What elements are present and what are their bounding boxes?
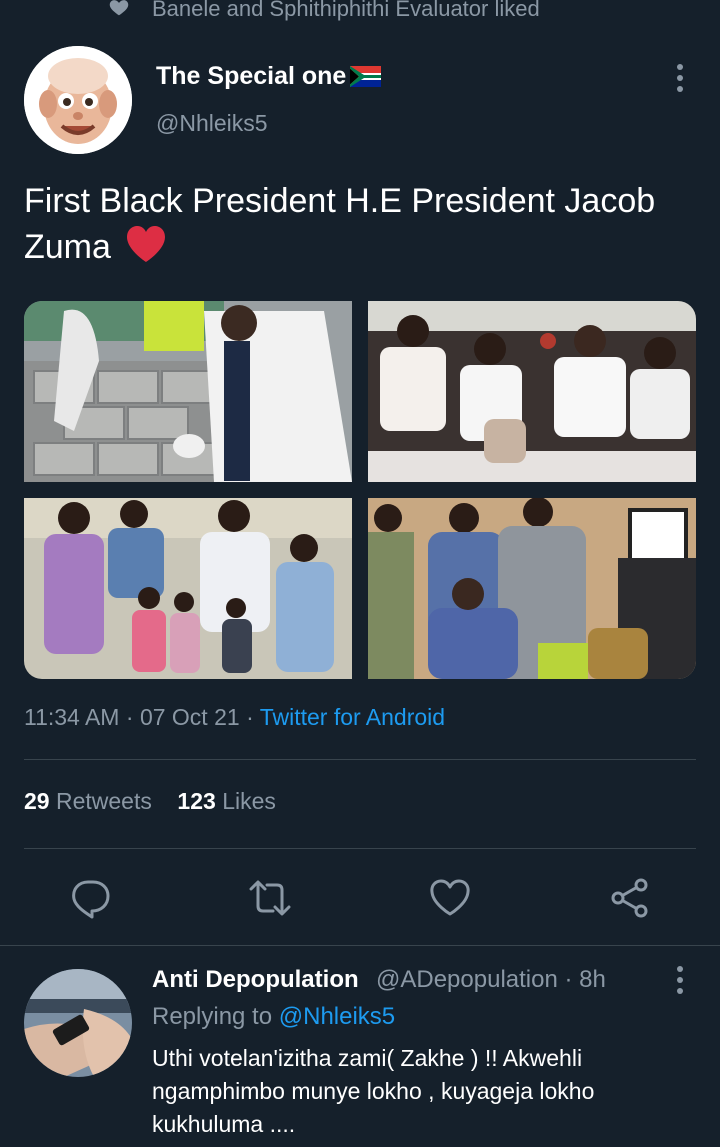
more-options-icon[interactable] (666, 62, 694, 94)
heart-icon (108, 0, 130, 18)
share-icon[interactable] (608, 876, 652, 920)
media-grid[interactable] (24, 301, 696, 679)
photo-youth-event[interactable] (368, 301, 696, 482)
tweet-source-link[interactable]: Twitter for Android (260, 704, 445, 730)
tweet-date[interactable]: 07 Oct 21 (140, 704, 240, 730)
meta-separator: · (246, 704, 254, 730)
divider (24, 848, 696, 849)
reply-author-handle[interactable]: @ADepopulation (376, 966, 558, 993)
likes-label: Likes (222, 788, 276, 814)
south-africa-flag-emoji (350, 66, 381, 87)
replying-to: Replying to @Nhleiks5 (152, 1003, 395, 1031)
likes-stat[interactable]: 123 Likes (177, 788, 275, 814)
reply-author-name[interactable]: Anti Depopulation (152, 966, 359, 994)
retweets-label: Retweets (55, 788, 152, 814)
reply-author-handle-time: @ADepopulation · 8h (376, 966, 606, 994)
replying-to-mention[interactable]: @Nhleiks5 (279, 1003, 395, 1030)
tweet-text: First Black President H.E President Jaco… (24, 178, 684, 270)
likes-count: 123 (177, 788, 216, 814)
like-icon[interactable] (428, 876, 472, 920)
social-context-text: Banele and Sphithiphithi Evaluator liked (152, 0, 540, 21)
meta-separator: · (125, 704, 134, 730)
photo-family-group[interactable] (24, 498, 352, 679)
reply-time[interactable]: · 8h (565, 966, 606, 993)
photo-bricklaying[interactable] (24, 301, 352, 482)
author-handle[interactable]: @Nhleiks5 (156, 110, 268, 137)
author-name[interactable]: The Special one (156, 62, 346, 91)
tweet-timestamp: 11:34 AM · 07 Oct 21 · Twitter for Andro… (24, 704, 445, 731)
retweet-icon[interactable] (248, 876, 292, 920)
tweet-stats: 29 Retweets 123 Likes (24, 788, 276, 815)
author-avatar[interactable] (24, 46, 132, 154)
reply-more-options-icon[interactable] (666, 964, 694, 996)
divider (24, 759, 696, 760)
retweets-count: 29 (24, 788, 50, 814)
reply-author-avatar[interactable] (24, 969, 132, 1077)
retweets-stat[interactable]: 29 Retweets (24, 788, 152, 814)
social-context[interactable]: Banele and Sphithiphithi Evaluator liked (0, 0, 720, 26)
divider (0, 945, 720, 946)
reply-text: Uthi votelan'izitha zami( Zakhe ) !! Akw… (152, 1045, 595, 1137)
reply-icon[interactable] (68, 876, 112, 920)
tweet-time[interactable]: 11:34 AM (24, 704, 119, 730)
red-heart-emoji (124, 224, 168, 264)
photo-elderly-visit[interactable] (368, 498, 696, 679)
tweet-text-content: First Black President H.E President Jaco… (24, 182, 656, 266)
replying-to-label: Replying to (152, 1003, 273, 1030)
